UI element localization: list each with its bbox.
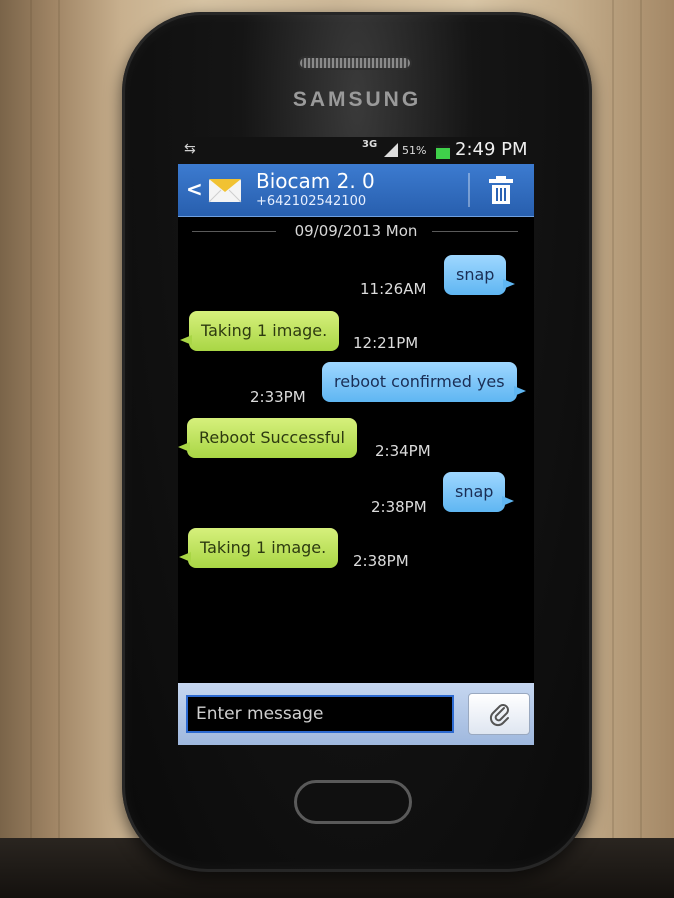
message-bubble-sent[interactable]: snap [444,255,516,295]
conversation-header: < Biocam 2. 0 +642102542100 [178,164,534,217]
message-bubble-received[interactable]: Taking 1 image. [178,528,339,568]
home-button[interactable] [294,780,412,824]
message-time: 2:34PM [375,442,431,460]
network-type: 3G [362,139,378,150]
message-time: 2:38PM [371,498,427,516]
message-time: 12:21PM [353,334,419,352]
phone-screen: ⇆ 3G 51% 2:49 PM < Biocam 2. 0 +64210254… [178,137,534,745]
battery-percent: 51% [402,144,427,157]
brand-logo: SAMSUNG [292,88,422,111]
back-icon[interactable]: < [186,177,203,201]
earpiece-speaker [300,58,410,68]
envelope-icon [208,179,242,203]
paperclip-icon [489,704,509,727]
trash-icon[interactable] [487,175,515,205]
contact-number: +642102542100 [256,194,367,209]
status-time: 2:49 PM [455,139,528,160]
sync-icon: ⇆ [184,141,196,157]
battery-icon [436,145,450,159]
date-separator: 09/09/2013 Mon [178,217,534,245]
message-time: 11:26AM [360,280,427,298]
signal-icon [384,143,398,157]
attach-button[interactable] [468,693,530,735]
header-divider [468,173,470,207]
message-bubble-received[interactable]: Reboot Successful [178,418,357,458]
message-bubble-sent[interactable]: reboot confirmed yes [322,362,526,402]
message-time: 2:33PM [250,388,306,406]
status-bar: ⇆ 3G 51% 2:49 PM [178,137,534,164]
message-bubble-sent[interactable]: snap [443,472,515,512]
conversation-date: 09/09/2013 Mon [290,222,422,240]
contact-name: Biocam 2. 0 [256,169,375,193]
message-bubble-received[interactable]: Taking 1 image. [179,311,340,351]
message-composer [178,683,534,745]
message-input[interactable] [186,695,454,733]
message-time: 2:38PM [353,552,409,570]
